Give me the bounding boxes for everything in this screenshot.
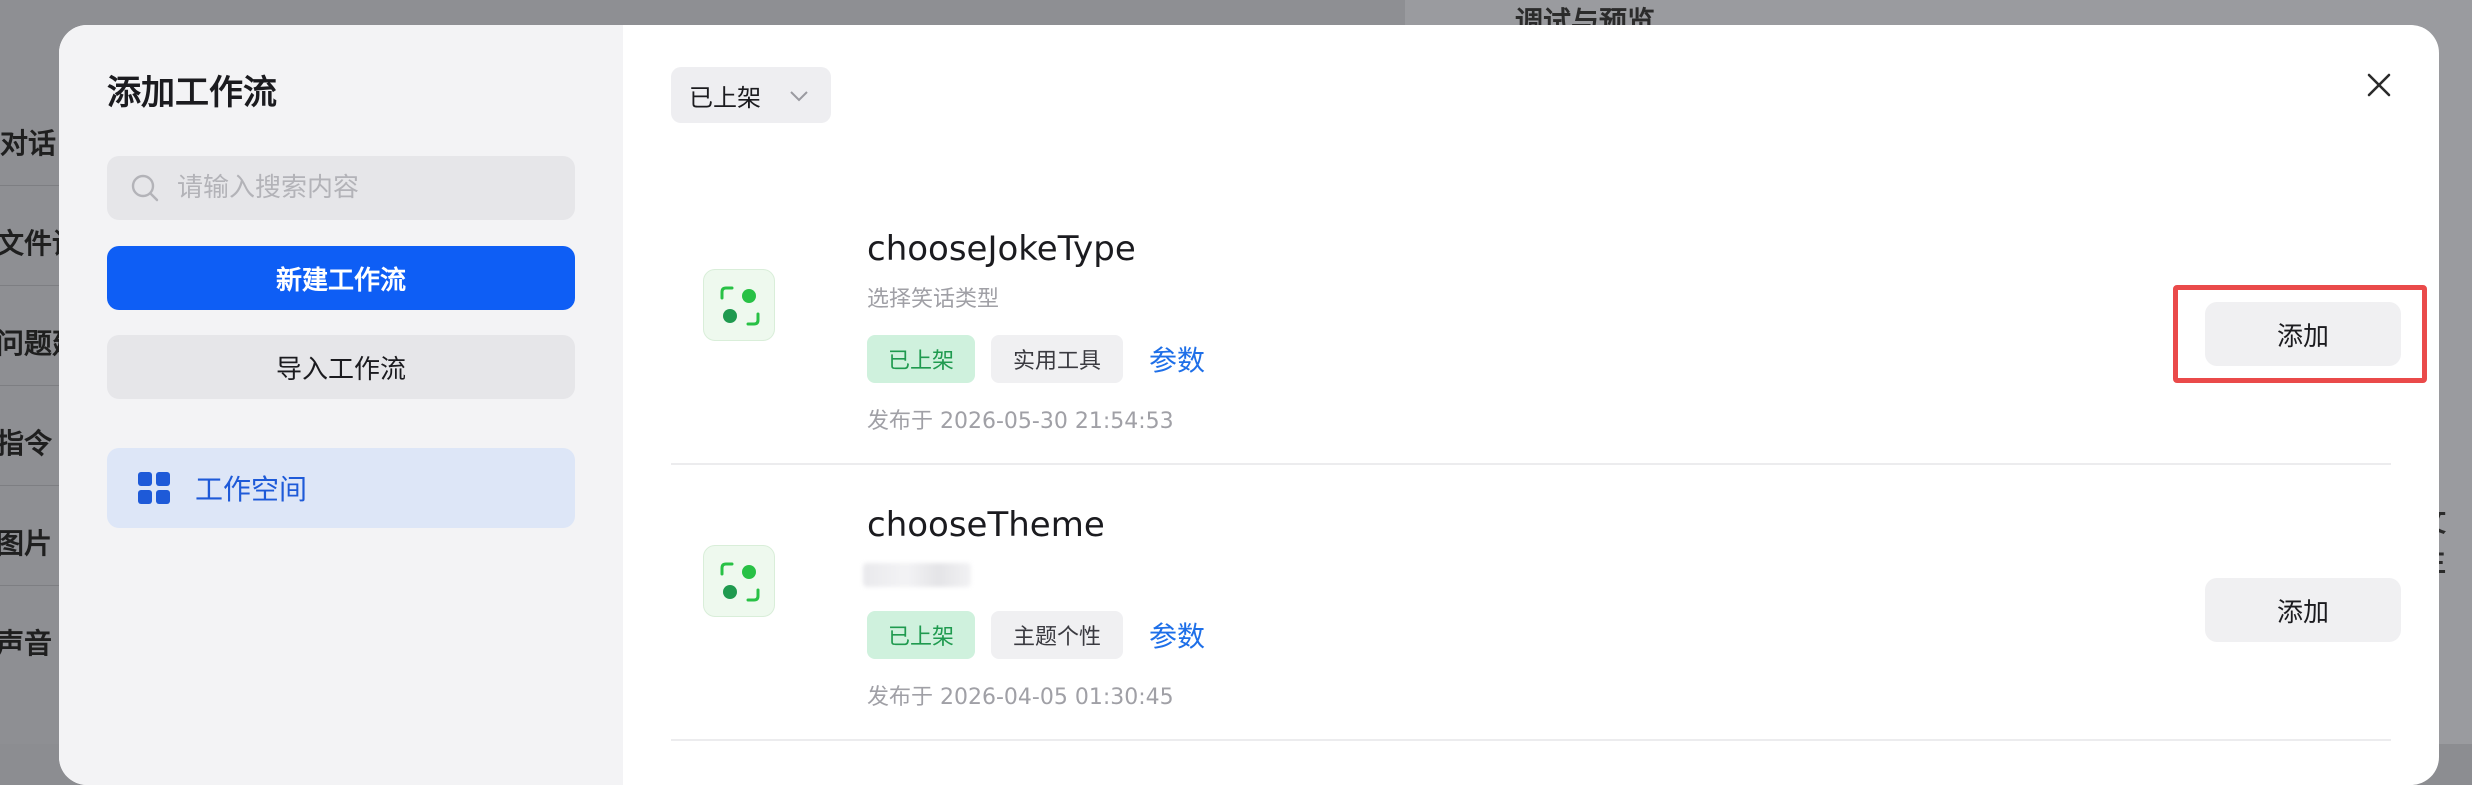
- background-left-item: 图片: [0, 527, 53, 560]
- workflow-node-icon: [720, 286, 760, 326]
- workflow-description: 选择笑话类型: [867, 287, 1000, 312]
- workflow-name: chooseTheme: [867, 505, 1105, 545]
- params-link[interactable]: 参数: [1149, 339, 1205, 379]
- row-divider: [671, 739, 2391, 741]
- add-workflow-button[interactable]: 添加: [2205, 578, 2401, 642]
- background-divider: [0, 485, 60, 486]
- background-divider: [0, 185, 60, 186]
- import-workflow-button[interactable]: 导入工作流: [107, 335, 575, 399]
- params-link[interactable]: 参数: [1149, 615, 1205, 655]
- search-input[interactable]: [175, 172, 559, 204]
- background-left-item: 声音: [0, 627, 53, 660]
- background-divider: [0, 285, 60, 286]
- chevron-down-icon: [790, 91, 808, 102]
- add-workflow-dialog: 添加工作流 新建工作流 导入工作流 工作空间 已上架: [59, 25, 2439, 785]
- workflow-description-obscured: [863, 563, 971, 587]
- category-badge: 实用工具: [991, 335, 1123, 383]
- status-badge: 已上架: [867, 335, 975, 383]
- background-left-item: 对话: [0, 127, 57, 160]
- close-icon[interactable]: [2361, 67, 2397, 103]
- publish-time: 发布于 2026-05-30 21:54:53: [867, 409, 1174, 434]
- publish-time: 发布于 2026-04-05 01:30:45: [867, 685, 1174, 710]
- workflow-node-icon: [720, 562, 760, 602]
- category-badge: 主题个性: [991, 611, 1123, 659]
- sidebar-item-label: 工作空间: [195, 473, 308, 506]
- status-badge: 已上架: [867, 611, 975, 659]
- background-divider: [0, 385, 60, 386]
- add-workflow-button[interactable]: 添加: [2205, 302, 2401, 366]
- background-divider: [0, 585, 60, 586]
- sidebar-item-workspace[interactable]: 工作空间: [107, 448, 575, 528]
- status-filter-dropdown[interactable]: 已上架: [671, 67, 831, 123]
- search-icon: [131, 174, 159, 202]
- dialog-sidebar: 添加工作流 新建工作流 导入工作流 工作空间: [59, 25, 623, 785]
- search-box[interactable]: [107, 156, 575, 220]
- list-item-workflow: chooseTheme 已上架 主题个性 参数 发布于 2026-04-05 0…: [671, 465, 2401, 741]
- workflow-name: chooseJokeType: [867, 229, 1136, 269]
- new-workflow-button[interactable]: 新建工作流: [107, 246, 575, 310]
- grid-icon: [138, 472, 170, 504]
- filter-selected-value: 已上架: [689, 83, 761, 112]
- workflow-icon: [703, 269, 775, 341]
- list-item-workflow: chooseJokeType 选择笑话类型 已上架 实用工具 参数 发布于 20…: [671, 189, 2427, 465]
- dialog-title: 添加工作流: [107, 73, 277, 113]
- workflow-icon: [703, 545, 775, 617]
